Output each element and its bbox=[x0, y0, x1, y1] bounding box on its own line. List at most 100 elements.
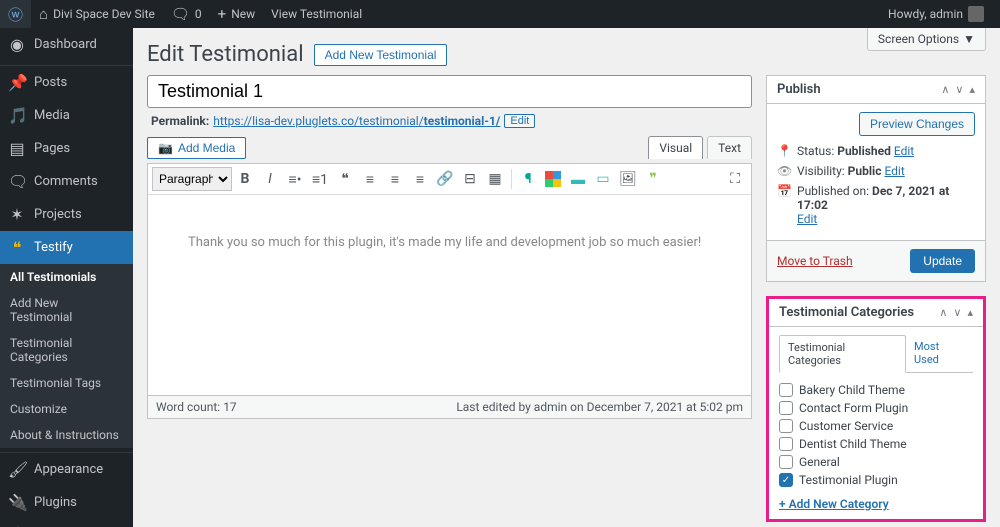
add-media-button[interactable]: 📷Add Media bbox=[147, 137, 246, 159]
toggle-icon[interactable]: ▴ bbox=[969, 83, 975, 96]
category-checkbox[interactable] bbox=[779, 383, 793, 397]
screen-options-toggle[interactable]: Screen Options▼ bbox=[867, 28, 986, 51]
submenu-all-testimonials[interactable]: All Testimonials bbox=[0, 264, 133, 290]
move-up-icon[interactable]: ∧ bbox=[941, 83, 949, 96]
comment-icon: 🗨 bbox=[8, 172, 26, 191]
my-account[interactable]: Howdy, admin bbox=[880, 0, 992, 28]
toolbar-separator bbox=[511, 169, 512, 189]
align-right-button[interactable]: ≡ bbox=[408, 167, 432, 191]
publish-title: Publish bbox=[777, 82, 821, 97]
new-content-link[interactable]: +New bbox=[210, 0, 263, 28]
media-icon: 🎵 bbox=[8, 106, 26, 125]
layout-button[interactable]: ▭ bbox=[591, 167, 615, 191]
wordpress-icon: ⓦ bbox=[8, 4, 23, 25]
link-button[interactable]: 🔗 bbox=[433, 167, 457, 191]
date-edit-link[interactable]: Edit bbox=[797, 212, 817, 226]
home-icon: ⌂ bbox=[39, 5, 48, 23]
comment-icon: 🗨 bbox=[171, 5, 190, 23]
move-down-icon[interactable]: ∨ bbox=[953, 306, 961, 319]
image-button[interactable]: 🖼 bbox=[616, 167, 640, 191]
format-select[interactable]: Paragraph bbox=[152, 167, 232, 191]
testify-icon: ❝ bbox=[8, 238, 26, 257]
columns-button[interactable]: ▬ bbox=[566, 167, 590, 191]
ul-button[interactable]: ≡• bbox=[283, 167, 307, 191]
bold-button[interactable]: B bbox=[233, 167, 257, 191]
new-label: New bbox=[231, 7, 255, 21]
site-name: Divi Space Dev Site bbox=[53, 7, 155, 21]
align-left-button[interactable]: ≡ bbox=[358, 167, 382, 191]
permalink-label: Permalink: bbox=[151, 114, 209, 128]
add-category-link[interactable]: + Add New Category bbox=[779, 497, 889, 511]
menu-media[interactable]: 🎵Media bbox=[0, 99, 133, 132]
tab-visual[interactable]: Visual bbox=[648, 136, 703, 159]
view-post-link[interactable]: View Testimonial bbox=[263, 0, 370, 28]
site-name-link[interactable]: ⌂ Divi Space Dev Site bbox=[31, 0, 163, 28]
move-up-icon[interactable]: ∧ bbox=[939, 306, 947, 319]
menu-dashboard[interactable]: ◉Dashboard bbox=[0, 28, 133, 61]
category-checkbox[interactable] bbox=[779, 455, 793, 469]
category-checkbox[interactable] bbox=[779, 437, 793, 451]
quote-button[interactable]: ❝ bbox=[333, 167, 357, 191]
category-checkbox[interactable] bbox=[779, 419, 793, 433]
category-checkbox[interactable] bbox=[779, 401, 793, 415]
projects-icon: ✶ bbox=[8, 205, 26, 224]
category-checkbox[interactable]: ✓ bbox=[779, 473, 793, 487]
category-list: Bakery Child Theme Contact Form Plugin C… bbox=[779, 381, 973, 489]
word-count: 17 bbox=[223, 400, 237, 414]
submenu-tags[interactable]: Testimonial Tags bbox=[0, 370, 133, 396]
fullscreen-button[interactable]: ⛶ bbox=[723, 167, 747, 191]
brush-icon: 🖌 bbox=[8, 460, 26, 479]
admin-bar: ⓦ ⌂ Divi Space Dev Site 🗨0 +New View Test… bbox=[0, 0, 1000, 28]
toolbar-toggle-button[interactable]: ▦ bbox=[483, 167, 507, 191]
plug-icon: 🔌 bbox=[8, 493, 26, 512]
toggle-icon[interactable]: ▴ bbox=[967, 306, 973, 319]
page-title: Edit Testimonial bbox=[147, 42, 304, 67]
tab-category-most-used[interactable]: Most Used bbox=[906, 335, 973, 373]
editor-content[interactable]: Thank you so much for this plugin, it's … bbox=[148, 195, 751, 395]
tab-text[interactable]: Text bbox=[707, 136, 752, 159]
move-down-icon[interactable]: ∨ bbox=[955, 83, 963, 96]
submenu-about[interactable]: About & Instructions bbox=[0, 422, 133, 448]
admin-sidebar: ◉Dashboard 📌Posts 🎵Media ▤Pages 🗨Comment… bbox=[0, 28, 133, 527]
category-label: Dentist Child Theme bbox=[799, 437, 907, 451]
visibility-edit-link[interactable]: Edit bbox=[884, 164, 904, 178]
more-button[interactable]: ⊟ bbox=[458, 167, 482, 191]
quote-style-button[interactable]: ❞ bbox=[641, 167, 665, 191]
submenu-categories[interactable]: Testimonial Categories bbox=[0, 330, 133, 370]
category-label: Bakery Child Theme bbox=[799, 383, 905, 397]
tab-category-all[interactable]: Testimonial Categories bbox=[779, 335, 906, 373]
wp-logo[interactable]: ⓦ bbox=[0, 0, 31, 28]
title-input[interactable] bbox=[147, 75, 752, 108]
comments-link[interactable]: 🗨0 bbox=[163, 0, 210, 28]
submenu-add-new[interactable]: Add New Testimonial bbox=[0, 290, 133, 330]
permalink-row: Permalink: https://lisa-dev.pluglets.co/… bbox=[147, 108, 752, 128]
menu-appearance[interactable]: 🖌Appearance bbox=[0, 453, 133, 486]
editor-box: Paragraph B I ≡• ≡1 ❝ ≡ ≡ ≡ 🔗 ⊟ ▦ ¶ bbox=[147, 163, 752, 396]
category-label: Contact Form Plugin bbox=[799, 401, 908, 415]
menu-posts[interactable]: 📌Posts bbox=[0, 66, 133, 99]
ol-button[interactable]: ≡1 bbox=[308, 167, 332, 191]
permalink-edit-button[interactable]: Edit bbox=[504, 114, 535, 128]
italic-button[interactable]: I bbox=[258, 167, 282, 191]
trash-link[interactable]: Move to Trash bbox=[777, 254, 853, 268]
update-button[interactable]: Update bbox=[910, 249, 975, 273]
permalink-link[interactable]: https://lisa-dev.pluglets.co/testimonial… bbox=[213, 114, 500, 128]
add-new-button[interactable]: Add New Testimonial bbox=[314, 44, 448, 66]
menu-comments[interactable]: 🗨Comments bbox=[0, 165, 133, 198]
menu-users[interactable]: 👤Users bbox=[0, 519, 133, 527]
menu-projects[interactable]: ✶Projects bbox=[0, 198, 133, 231]
preview-changes-button[interactable]: Preview Changes bbox=[859, 112, 975, 136]
menu-pages[interactable]: ▤Pages bbox=[0, 132, 133, 165]
align-center-button[interactable]: ≡ bbox=[383, 167, 407, 191]
menu-testify[interactable]: ❝Testify bbox=[0, 231, 133, 264]
color-swatch-button[interactable] bbox=[541, 167, 565, 191]
key-icon: 📍 bbox=[777, 144, 791, 158]
menu-plugins[interactable]: 🔌Plugins bbox=[0, 486, 133, 519]
word-count-label: Word count: bbox=[156, 400, 223, 414]
chevron-down-icon: ▼ bbox=[963, 32, 975, 46]
publish-box: Publish ∧∨▴ Preview Changes 📍Status: Pub… bbox=[766, 75, 986, 282]
submenu-customize[interactable]: Customize bbox=[0, 396, 133, 422]
status-edit-link[interactable]: Edit bbox=[894, 144, 914, 158]
pin-icon: 📌 bbox=[8, 73, 26, 92]
module-button[interactable]: ¶ bbox=[516, 167, 540, 191]
